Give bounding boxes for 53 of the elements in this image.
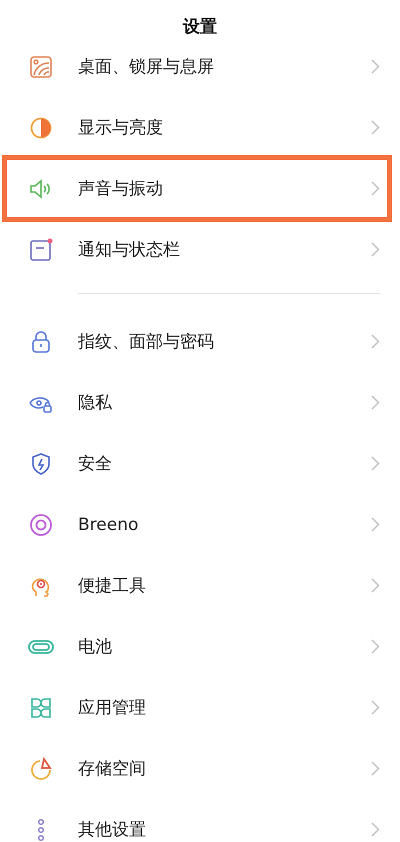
settings-item[interactable]: 桌面、锁屏与息屏 <box>0 36 400 97</box>
settings-item[interactable]: 显示与亮度 <box>0 97 400 158</box>
settings-item[interactable]: 声音与振动 <box>0 158 400 219</box>
item-label: 显示与亮度 <box>78 117 164 139</box>
item-label: 通知与状态栏 <box>78 239 181 261</box>
chevron-icon <box>371 822 380 837</box>
chevron-icon <box>371 181 380 196</box>
item-label: 其他设置 <box>78 819 147 841</box>
item-label: 应用管理 <box>78 697 147 719</box>
settings-item[interactable]: 指纹、面部与密码 <box>0 311 400 372</box>
half-circle-icon <box>30 117 52 138</box>
pie-chart-icon <box>31 756 52 780</box>
chevron-icon <box>371 700 380 715</box>
lock-icon <box>32 330 50 352</box>
item-label: 隐私 <box>78 392 113 414</box>
settings-item[interactable]: 便捷工具 <box>0 555 400 616</box>
item-label: 桌面、锁屏与息屏 <box>78 56 215 78</box>
item-label: 安全 <box>78 453 113 475</box>
item-label: Breeno <box>78 514 140 534</box>
chevron-icon <box>371 578 380 593</box>
chevron-icon <box>371 120 380 135</box>
shield-icon <box>32 452 50 474</box>
chevron-icon <box>371 59 380 74</box>
chevron-icon <box>371 242 380 257</box>
eye-lock-icon <box>29 396 52 412</box>
item-label: 声音与振动 <box>78 178 164 200</box>
battery-icon <box>28 640 54 654</box>
chevron-icon <box>371 456 380 471</box>
settings-item[interactable]: 电池 <box>0 616 400 677</box>
chevron-icon <box>371 639 380 654</box>
settings-item[interactable]: 其他设置 <box>0 799 400 842</box>
settings-item[interactable]: 安全 <box>0 433 400 494</box>
ring-icon <box>30 514 52 536</box>
settings-item[interactable]: 存储空间 <box>0 738 400 799</box>
settings-item[interactable]: 通知与状态栏 <box>0 219 400 280</box>
head-icon <box>32 578 50 596</box>
page-title: 设置 <box>183 16 217 38</box>
picture-icon <box>30 56 52 78</box>
settings-item[interactable]: 应用管理 <box>0 677 400 738</box>
notification-icon <box>30 238 52 260</box>
chevron-icon <box>371 517 380 532</box>
item-label: 存储空间 <box>78 758 147 780</box>
item-label: 电池 <box>78 636 113 658</box>
item-label: 指纹、面部与密码 <box>78 331 215 353</box>
settings-item[interactable]: Breeno <box>0 494 400 555</box>
chevron-icon <box>371 334 380 349</box>
item-label: 便捷工具 <box>78 575 147 597</box>
dots-icon <box>38 818 44 841</box>
settings-item[interactable]: 隐私 <box>0 372 400 433</box>
apps-icon <box>31 698 51 718</box>
speaker-icon <box>30 178 50 198</box>
chevron-icon <box>371 395 380 410</box>
chevron-icon <box>371 761 380 776</box>
